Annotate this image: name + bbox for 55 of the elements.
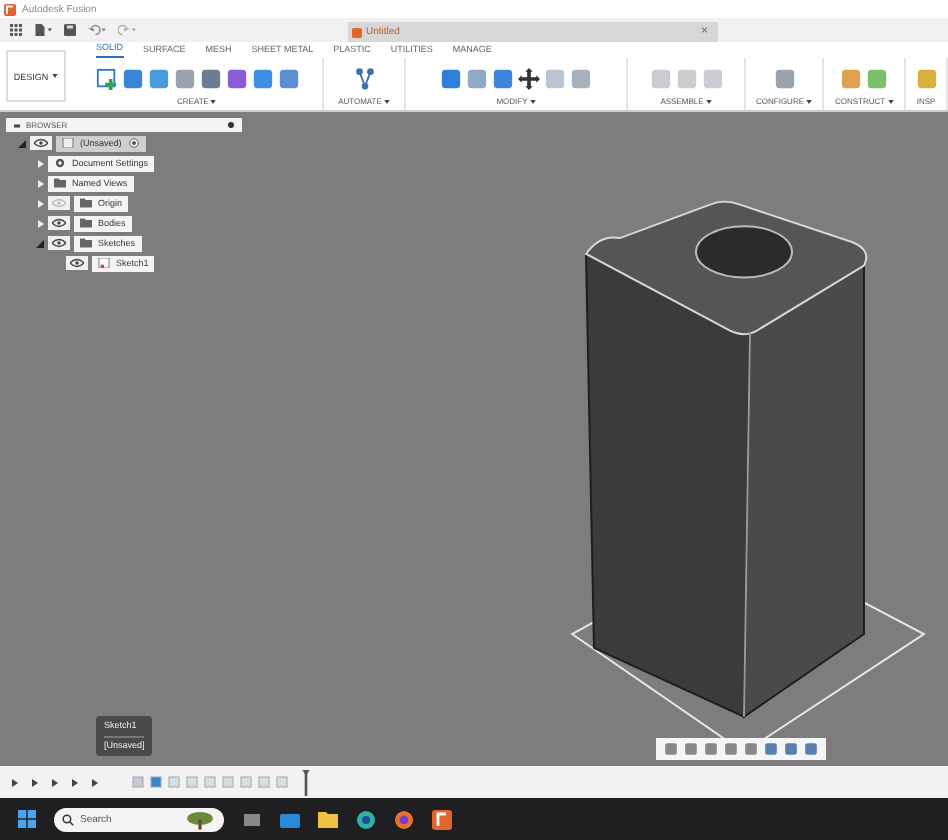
tool-icon[interactable]: [773, 67, 795, 89]
radio-icon[interactable]: [127, 138, 140, 148]
save-icon[interactable]: [64, 24, 76, 36]
expand-arrow-icon[interactable]: [36, 219, 44, 227]
tool-icon[interactable]: [570, 67, 592, 89]
windows-start-icon[interactable]: [18, 810, 36, 828]
tool-icon[interactable]: [199, 67, 221, 89]
eye-icon[interactable]: [52, 238, 66, 248]
hand-icon[interactable]: [704, 742, 718, 756]
caret-icon: [52, 74, 59, 78]
timeline-marker-icon[interactable]: [302, 769, 310, 795]
caret-icon: [210, 99, 217, 103]
tool-icon[interactable]: [147, 67, 169, 89]
expand-arrow-icon[interactable]: [36, 239, 44, 247]
tool-icon[interactable]: [866, 67, 888, 89]
tool-icon[interactable]: [915, 67, 937, 89]
tool-icon[interactable]: [466, 67, 488, 89]
tree-icon: [184, 809, 216, 829]
tool-icon[interactable]: [440, 67, 462, 89]
sketch-icon[interactable]: [95, 67, 117, 89]
eye-icon[interactable]: [52, 218, 66, 228]
caret-icon: [705, 99, 712, 103]
search-icon: [62, 813, 74, 825]
undo-icon[interactable]: [88, 24, 106, 36]
eye-icon[interactable]: [34, 138, 48, 148]
eye-icon[interactable]: [70, 258, 84, 268]
grid-icon[interactable]: [10, 24, 22, 36]
expand-arrow-icon[interactable]: [36, 199, 44, 207]
caret-icon: [887, 99, 894, 103]
component-icon: [62, 138, 74, 148]
tool-icon[interactable]: [173, 67, 195, 89]
fork-icon[interactable]: [353, 67, 375, 89]
tool-icon[interactable]: [840, 67, 862, 89]
zoom-icon[interactable]: [744, 742, 758, 756]
caret-icon: [806, 99, 812, 103]
caret-icon: [383, 99, 390, 103]
redo-icon[interactable]: [118, 24, 136, 36]
tool-icon[interactable]: [492, 67, 514, 89]
tool-icon[interactable]: [251, 67, 273, 89]
pin-icon[interactable]: [228, 122, 234, 128]
expand-arrow-icon[interactable]: [18, 139, 26, 147]
play-icon[interactable]: [50, 777, 60, 787]
folder-icon: [54, 178, 66, 188]
document-icon: [352, 27, 362, 37]
tool-icon[interactable]: [121, 67, 143, 89]
app-icon[interactable]: [432, 809, 452, 829]
tool-icon[interactable]: [225, 67, 247, 89]
folder-icon[interactable]: [318, 809, 338, 829]
expand-arrow-icon[interactable]: [36, 159, 44, 167]
view-tool-icon[interactable]: [724, 742, 738, 756]
expand-arrow-icon[interactable]: [36, 179, 44, 187]
tool-icon[interactable]: [277, 67, 299, 89]
move-icon[interactable]: [518, 67, 540, 89]
file-icon[interactable]: [34, 24, 52, 36]
caret-icon: [529, 99, 536, 103]
